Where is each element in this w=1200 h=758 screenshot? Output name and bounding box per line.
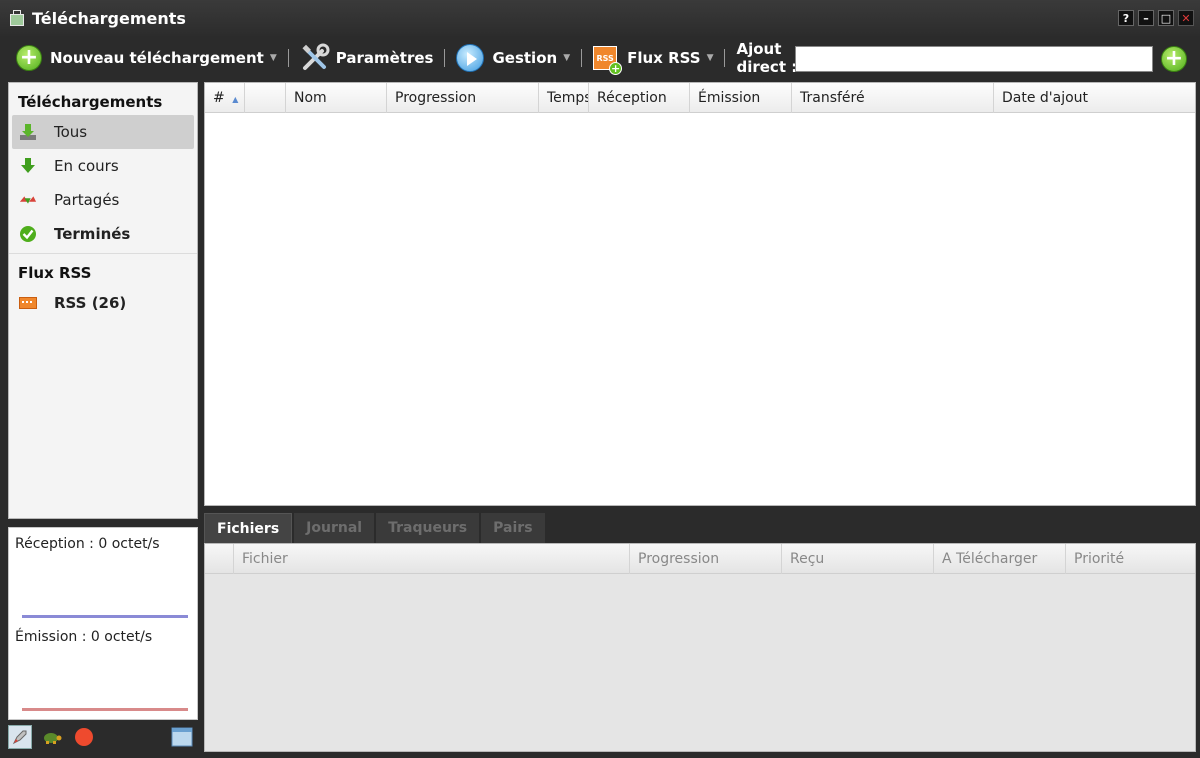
minimize-button[interactable]: – xyxy=(1138,10,1154,26)
toolbar-separator xyxy=(444,49,446,67)
arrow-down-icon xyxy=(19,157,37,175)
chevron-down-icon: ▼ xyxy=(563,53,571,63)
window-title: Téléchargements xyxy=(32,8,186,28)
toolbar: + Nouveau téléchargement ▼ Paramètres Ge… xyxy=(0,36,1200,80)
download-tray-icon xyxy=(19,123,37,141)
title-bar: Téléchargements ? – □ ✕ xyxy=(0,0,1200,36)
column-header-date-added[interactable]: Date d'ajout xyxy=(994,83,1195,113)
sidebar-item-all[interactable]: Tous xyxy=(12,115,194,149)
tab-log[interactable]: Journal xyxy=(294,513,375,543)
window-controls: ? – □ ✕ xyxy=(1118,10,1194,26)
management-label: Gestion xyxy=(492,49,558,67)
sidebar-item-label: Terminés xyxy=(54,225,131,243)
downloads-section-header: Téléchargements xyxy=(18,93,163,111)
direct-add-button[interactable]: + xyxy=(1161,46,1187,72)
column-header-received[interactable]: Reçu xyxy=(782,544,934,574)
rss-button[interactable]: RSS + Flux RSS ▼ xyxy=(593,36,713,80)
sidebar-item-label: Partagés xyxy=(54,191,120,209)
column-header-transferred[interactable]: Transféré xyxy=(792,83,994,113)
speed-stats-panel: Réception : 0 octet/s Émission : 0 octet… xyxy=(8,527,198,720)
direct-add-input[interactable] xyxy=(795,46,1153,72)
rocket-icon[interactable] xyxy=(8,725,32,749)
emission-graph-line xyxy=(22,708,188,711)
rss-section-header: Flux RSS xyxy=(18,264,92,282)
tab-peers[interactable]: Pairs xyxy=(481,513,545,543)
new-download-label: Nouveau téléchargement xyxy=(50,49,264,67)
tools-icon xyxy=(300,43,330,73)
column-header-to-download[interactable]: A Télécharger xyxy=(934,544,1066,574)
rss-feed-icon xyxy=(19,294,37,312)
maximize-button[interactable]: □ xyxy=(1158,10,1174,26)
column-header-file[interactable]: Fichier xyxy=(234,544,630,574)
sidebar: Téléchargements Tous En cours Partagés T… xyxy=(8,82,198,519)
shopping-bag-icon xyxy=(10,10,24,26)
status-icons xyxy=(8,722,198,752)
turtle-icon[interactable] xyxy=(40,725,64,749)
column-header-file-progress[interactable]: Progression xyxy=(630,544,782,574)
table-header: # ▲ Nom Progression Temps Réception Émis… xyxy=(205,83,1195,113)
tab-files[interactable]: Fichiers xyxy=(204,513,293,543)
record-icon[interactable] xyxy=(72,725,96,749)
sidebar-item-label: Tous xyxy=(54,123,88,141)
toolbar-separator xyxy=(724,49,726,67)
downloads-table: # ▲ Nom Progression Temps Réception Émis… xyxy=(204,82,1196,506)
column-header-time[interactable]: Temps xyxy=(539,83,589,113)
toolbar-separator xyxy=(581,49,583,67)
emission-speed: Émission : 0 octet/s xyxy=(15,629,153,645)
chevron-down-icon: ▼ xyxy=(269,53,277,63)
chevron-down-icon: ▼ xyxy=(706,53,714,63)
check-icon xyxy=(19,225,37,243)
add-icon: + xyxy=(1164,46,1184,71)
column-header-emission[interactable]: Émission xyxy=(690,83,792,113)
column-header-progress[interactable]: Progression xyxy=(387,83,539,113)
files-table-header: Fichier Progression Reçu A Télécharger P… xyxy=(205,544,1195,574)
settings-label: Paramètres xyxy=(335,49,434,67)
reception-graph-line xyxy=(22,615,188,618)
rss-add-icon: RSS + xyxy=(593,46,623,75)
column-header-number[interactable]: # ▲ xyxy=(205,83,245,113)
column-header-priority[interactable]: Priorité xyxy=(1066,544,1195,574)
settings-button[interactable]: Paramètres xyxy=(300,36,434,80)
tab-trackers[interactable]: Traqueurs xyxy=(376,513,480,543)
column-header-reception[interactable]: Réception xyxy=(589,83,690,113)
help-button[interactable]: ? xyxy=(1118,10,1134,26)
sidebar-item-completed[interactable]: Terminés xyxy=(9,217,197,251)
sidebar-item-rss[interactable]: RSS (26) xyxy=(9,286,197,320)
files-table: Fichier Progression Reçu A Télécharger P… xyxy=(204,543,1196,752)
window-layout-icon[interactable] xyxy=(170,725,194,749)
sidebar-item-label: En cours xyxy=(54,157,119,175)
new-download-button[interactable]: + Nouveau téléchargement ▼ xyxy=(16,36,277,80)
sidebar-item-label: RSS (26) xyxy=(54,294,127,312)
sidebar-item-in-progress[interactable]: En cours xyxy=(9,149,197,183)
rss-label: Flux RSS xyxy=(627,49,701,67)
sidebar-item-shared[interactable]: Partagés xyxy=(9,183,197,217)
toolbar-separator xyxy=(287,49,289,67)
reception-speed: Réception : 0 octet/s xyxy=(15,536,160,552)
management-button[interactable]: Gestion ▼ xyxy=(456,36,570,80)
column-header-icon[interactable] xyxy=(245,83,286,113)
add-icon: + xyxy=(16,45,42,71)
close-button[interactable]: ✕ xyxy=(1178,10,1194,26)
share-arrows-icon xyxy=(19,191,37,209)
column-header-checkbox[interactable] xyxy=(205,544,234,574)
play-icon xyxy=(456,44,485,72)
column-header-name[interactable]: Nom xyxy=(286,83,387,113)
sort-ascending-icon: ▲ xyxy=(232,95,239,104)
detail-tabs: Fichiers Journal Traqueurs Pairs xyxy=(204,513,547,543)
